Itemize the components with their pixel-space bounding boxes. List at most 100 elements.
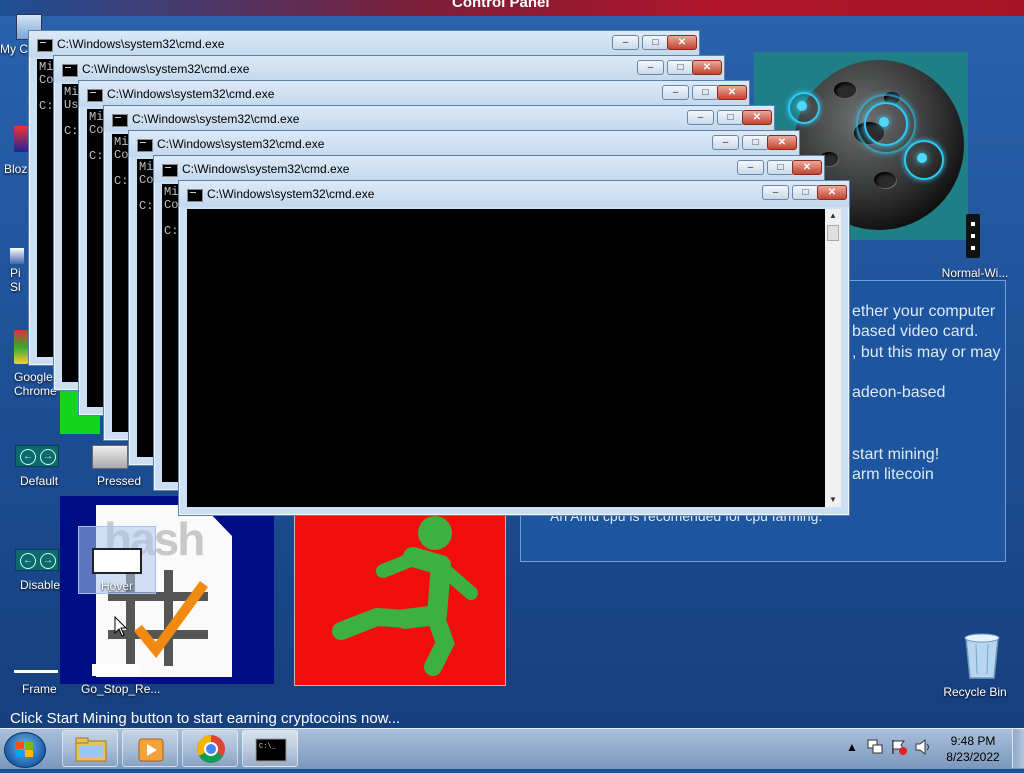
cmd-title-bar[interactable]: C:\Windows\system32\cmd.exe – □ ✕ — [179, 181, 849, 207]
cmd-title: C:\Windows\system32\cmd.exe — [107, 87, 275, 101]
desktop-icon-label: Normal-Wi... — [941, 266, 1009, 280]
minimize-button[interactable]: – — [712, 135, 739, 150]
nav-buttons-disable[interactable]: ← → — [15, 549, 59, 571]
desktop-icon-label-frame[interactable]: Frame — [22, 682, 57, 696]
miner-line-6: arm litecoin — [852, 466, 934, 483]
cmd-title-bar[interactable]: C:\Windows\system32\cmd.exe – □ ✕ — [29, 31, 699, 57]
volume-icon[interactable] — [914, 738, 932, 756]
miner-line-1: ether your computer — [852, 303, 996, 320]
maximize-button[interactable]: □ — [767, 160, 794, 175]
show-hidden-icons-button[interactable]: ▲ — [846, 740, 858, 754]
network-icon[interactable] — [866, 738, 884, 756]
clock-date: 8/23/2022 — [946, 750, 1000, 764]
cmd-title-bar[interactable]: C:\Windows\system32\cmd.exe – □ ✕ — [79, 81, 749, 107]
miner-line-4: adeon-based — [852, 384, 946, 401]
running-man-icon — [332, 516, 478, 676]
maximize-button[interactable]: □ — [692, 85, 719, 100]
cmd-icon — [112, 114, 128, 127]
desktop-icon-label-pressed[interactable]: Pressed — [97, 474, 141, 488]
maximize-button[interactable]: □ — [667, 60, 694, 75]
forward-arrow-icon: → — [40, 553, 56, 569]
cmd-icon — [162, 164, 178, 177]
desktop-icon-pi[interactable]: Pi Sl — [10, 248, 30, 294]
minimize-button[interactable]: – — [737, 160, 764, 175]
frame-preview-line — [14, 670, 58, 673]
close-button[interactable]: ✕ — [742, 110, 772, 125]
cmd-title: C:\Windows\system32\cmd.exe — [207, 187, 375, 201]
desktop-icon-label-hover[interactable]: Hover — [101, 579, 133, 593]
back-arrow-icon: ← — [20, 449, 36, 465]
desktop-icon-normal-window[interactable]: Normal-Wi... — [940, 214, 1010, 280]
cmd-title: C:\Windows\system32\cmd.exe — [82, 62, 250, 76]
minimize-button[interactable]: – — [637, 60, 664, 75]
mouse-cursor-icon — [114, 616, 128, 637]
taskbar-google-chrome[interactable] — [182, 730, 238, 767]
maximize-button[interactable]: □ — [717, 110, 744, 125]
desktop-icon-label-default[interactable]: Default — [20, 474, 58, 488]
close-button[interactable]: ✕ — [792, 160, 822, 175]
cmd-title: C:\Windows\system32\cmd.exe — [132, 112, 300, 126]
minimize-button[interactable]: – — [612, 35, 639, 50]
close-button[interactable]: ✕ — [692, 60, 722, 75]
cmd-title-bar[interactable]: C:\Windows\system32\cmd.exe – □ ✕ — [104, 106, 774, 132]
minimize-button[interactable]: – — [762, 185, 789, 200]
forward-arrow-icon: → — [40, 449, 56, 465]
scroll-up-icon[interactable]: ▲ — [825, 209, 841, 223]
svg-text:C:\_: C:\_ — [259, 743, 277, 751]
cmd-icon — [87, 89, 103, 102]
system-clock[interactable]: 9:48 PM 8/23/2022 — [946, 733, 1000, 765]
clock-time: 9:48 PM — [950, 734, 996, 748]
cmd-window-7[interactable]: C:\Windows\system32\cmd.exe – □ ✕ ▲ ▼ — [178, 180, 850, 516]
taskbar-media-player[interactable] — [122, 730, 178, 767]
desktop-icon-label: Sl — [10, 280, 21, 294]
start-button[interactable] — [4, 732, 46, 768]
recycle-bin-icon — [964, 633, 999, 679]
folder-icon — [75, 737, 107, 762]
close-button[interactable]: ✕ — [667, 35, 697, 50]
minimize-button[interactable]: – — [662, 85, 689, 100]
cmd-console-output[interactable] — [187, 209, 825, 507]
miner-line-3: , but this may or may — [852, 344, 1001, 361]
cmd-title-bar[interactable]: C:\Windows\system32\cmd.exe – □ ✕ — [154, 156, 824, 182]
control-panel-title: Control Panel — [452, 0, 550, 11]
pressed-button-preview[interactable] — [92, 445, 128, 469]
close-button[interactable]: ✕ — [817, 185, 847, 200]
cmd-title: C:\Windows\system32\cmd.exe — [57, 37, 225, 51]
maximize-button[interactable]: □ — [642, 35, 669, 50]
taskbar-windows-explorer[interactable] — [62, 730, 118, 767]
taskbar-command-prompt[interactable]: C:\_ — [242, 730, 298, 767]
command-prompt-icon: C:\_ — [255, 738, 287, 762]
desktop-icon-label-disable[interactable]: Disable — [20, 578, 60, 592]
close-button[interactable]: ✕ — [717, 85, 747, 100]
desktop-icon-label-go-stop[interactable]: Go_Stop_Re... — [81, 682, 160, 696]
windows-logo-icon — [16, 742, 34, 758]
cmd-icon — [37, 39, 53, 52]
status-message: Click Start Mining button to start earni… — [10, 710, 401, 727]
scroll-thumb[interactable] — [827, 225, 839, 241]
scroll-down-icon[interactable]: ▼ — [825, 493, 841, 507]
maximize-button[interactable]: □ — [742, 135, 769, 150]
cmd-icon — [187, 189, 203, 202]
cmd-title-bar[interactable]: C:\Windows\system32\cmd.exe – □ ✕ — [129, 131, 799, 157]
minimize-button[interactable]: – — [687, 110, 714, 125]
maximize-button[interactable]: □ — [792, 185, 819, 200]
close-button[interactable]: ✕ — [767, 135, 797, 150]
cmd-icon — [62, 64, 78, 77]
miner-line-5: start mining! — [852, 446, 940, 463]
start-mining-button[interactable] — [294, 496, 506, 686]
show-desktop-button[interactable] — [1012, 729, 1024, 768]
cmd-title: C:\Windows\system32\cmd.exe — [157, 137, 325, 151]
action-center-flag-icon[interactable] — [890, 738, 908, 756]
vertical-scrollbar[interactable]: ▲ ▼ — [825, 209, 841, 507]
cmd-title-bar[interactable]: C:\Windows\system32\cmd.exe – □ ✕ — [54, 56, 724, 82]
hover-button-preview[interactable] — [92, 548, 142, 574]
media-player-icon — [138, 738, 164, 762]
cmd-title: C:\Windows\system32\cmd.exe — [182, 162, 350, 176]
chrome-icon — [197, 735, 225, 763]
back-arrow-icon: ← — [20, 553, 36, 569]
nav-buttons-default[interactable]: ← → — [15, 445, 59, 467]
desktop-icon-label: Pi — [10, 266, 21, 280]
desktop-icon-recycle-bin[interactable]: Recycle Bin — [940, 630, 1010, 699]
cmd-icon — [137, 139, 153, 152]
desktop-icon-label: Recycle Bin — [943, 685, 1007, 699]
